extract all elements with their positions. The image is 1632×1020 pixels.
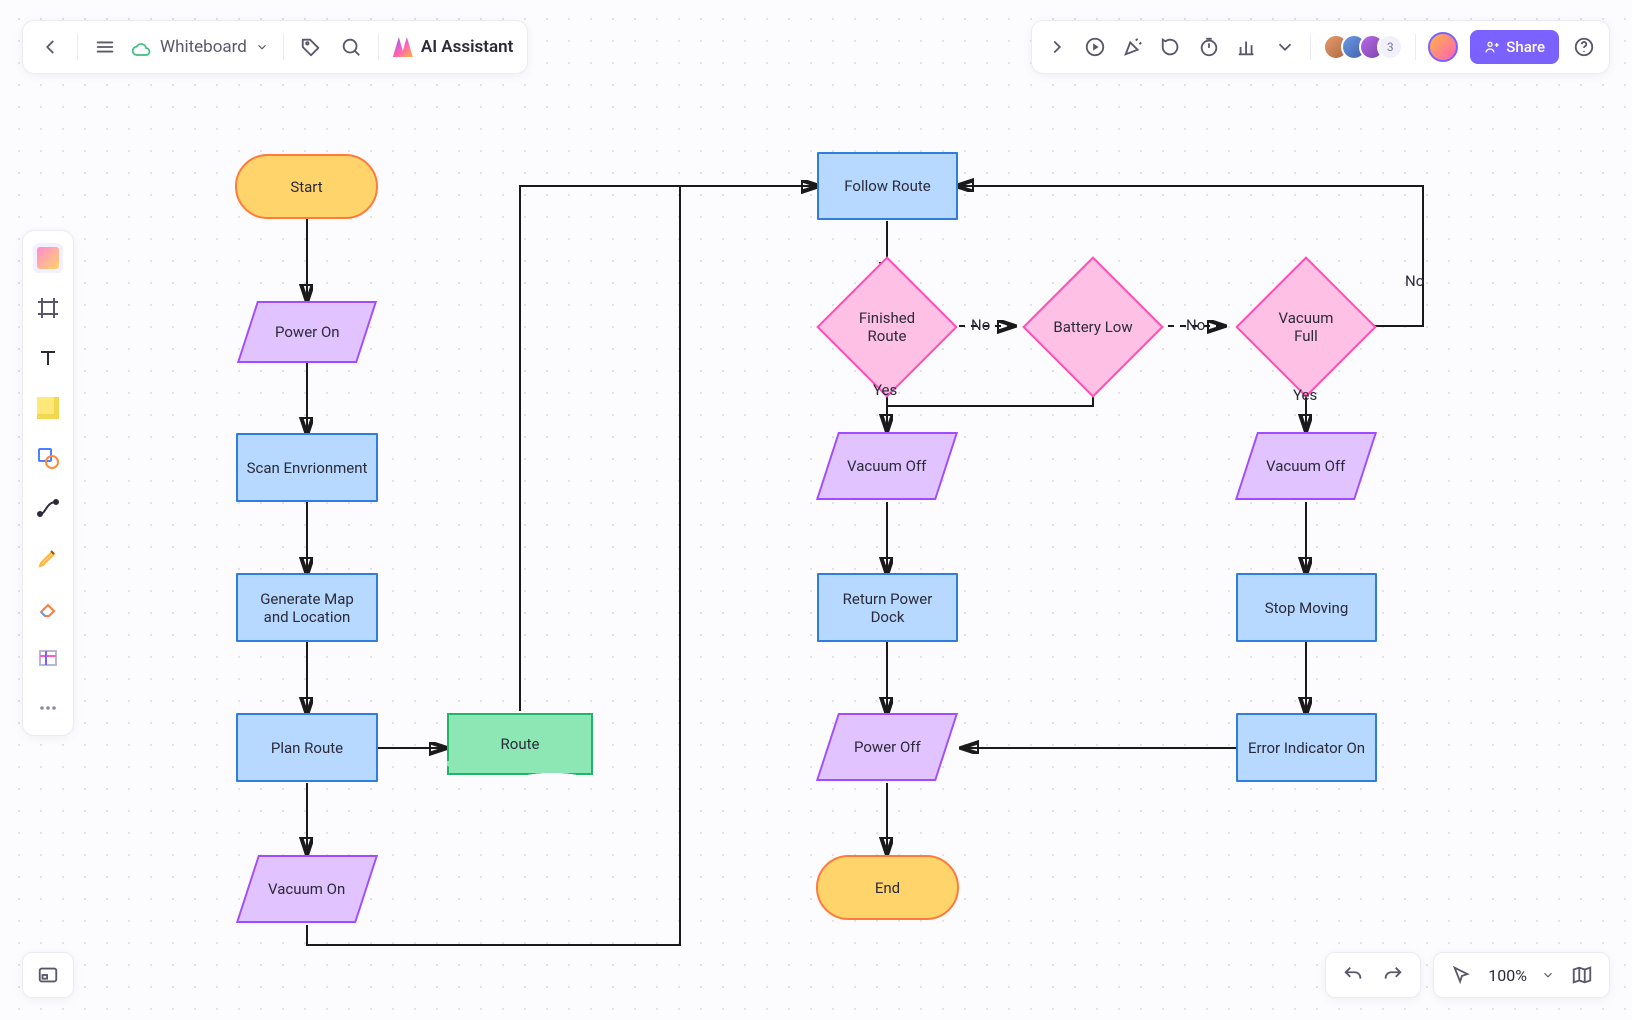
- node-follow-route[interactable]: Follow Route: [817, 152, 958, 220]
- node-route-document[interactable]: Route: [447, 713, 593, 775]
- edge-label-vacuum-no: No: [1405, 272, 1424, 290]
- node-scan-environment[interactable]: Scan Envrionment: [236, 433, 378, 502]
- node-vacuum-off-left[interactable]: Vacuum Off: [816, 432, 958, 500]
- edge-label-finished-yes: Yes: [873, 381, 897, 399]
- connectors-layer: [0, 0, 1632, 1020]
- node-end[interactable]: End: [816, 855, 959, 920]
- node-return-dock[interactable]: Return Power Dock: [817, 573, 958, 642]
- node-vacuum-full[interactable]: Vacuum Full: [1256, 277, 1356, 377]
- node-stop-moving[interactable]: Stop Moving: [1236, 573, 1377, 642]
- node-generate-map[interactable]: Generate Map and Location: [236, 573, 378, 642]
- node-plan-route[interactable]: Plan Route: [236, 713, 378, 782]
- node-finished-route[interactable]: Finished Route: [837, 277, 937, 377]
- flowchart-canvas[interactable]: Start Power On Scan Envrionment Generate…: [0, 0, 1632, 1020]
- node-power-off[interactable]: Power Off: [816, 713, 958, 781]
- node-battery-low[interactable]: Battery Low: [1043, 277, 1143, 377]
- node-start[interactable]: Start: [235, 154, 378, 219]
- node-error-indicator[interactable]: Error Indicator On: [1236, 713, 1377, 782]
- edge-label-vacuum-yes: Yes: [1293, 386, 1317, 404]
- node-power-on[interactable]: Power On: [237, 301, 377, 363]
- edge-label-battery-no: No: [1186, 316, 1205, 334]
- node-vacuum-on[interactable]: Vacuum On: [236, 855, 378, 923]
- edge-label-finished-no: No: [971, 316, 990, 334]
- node-vacuum-off-right[interactable]: Vacuum Off: [1235, 432, 1377, 500]
